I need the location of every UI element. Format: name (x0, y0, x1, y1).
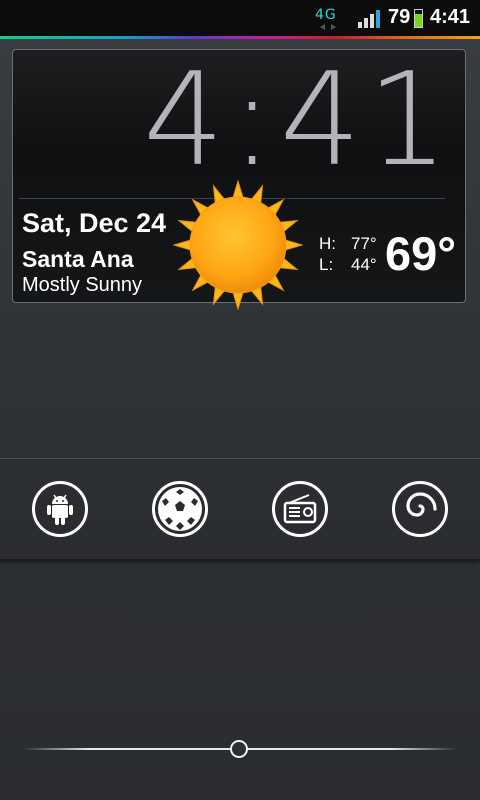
high-temp: 77° (351, 234, 377, 253)
unlock-slider-handle[interactable] (230, 740, 248, 758)
current-temp: 69° (385, 227, 457, 280)
radio-app-button[interactable] (272, 481, 328, 537)
battery-icon (414, 9, 423, 28)
data-activity-icon (320, 24, 336, 30)
soccer-app-button[interactable] (152, 481, 208, 537)
status-time: 4:41 (430, 6, 471, 28)
widget-date: Sat, Dec 24 (22, 208, 167, 238)
weather-clock-widget[interactable]: 4:41 Sat, Dec 24 Santa Ana Mostly Sunny … (12, 46, 466, 310)
status-accent-stripe (0, 36, 480, 39)
android-icon (47, 494, 73, 525)
sun-icon (173, 180, 303, 310)
widget-city: Santa Ana (22, 246, 134, 272)
radio-icon (283, 494, 317, 524)
status-bar: 4G 79 4:41 (0, 0, 480, 36)
low-label: L: (319, 255, 334, 274)
soccer-ball-icon (158, 487, 202, 531)
signal-icon (358, 10, 380, 28)
battery-percent: 79 (388, 6, 411, 28)
weather-condition: Mostly Sunny (22, 274, 143, 296)
widget-clock: 4:41 (143, 46, 455, 195)
network-type: 4G (315, 7, 337, 23)
spiral-icon (406, 492, 437, 517)
high-low-temps: H: 77° L: 44° (319, 233, 377, 275)
spiral-app-button[interactable] (392, 481, 448, 537)
shortcut-dock (0, 458, 480, 560)
android-app-button[interactable] (32, 481, 88, 537)
high-label: H: (319, 234, 336, 253)
low-temp: 44° (351, 255, 377, 274)
